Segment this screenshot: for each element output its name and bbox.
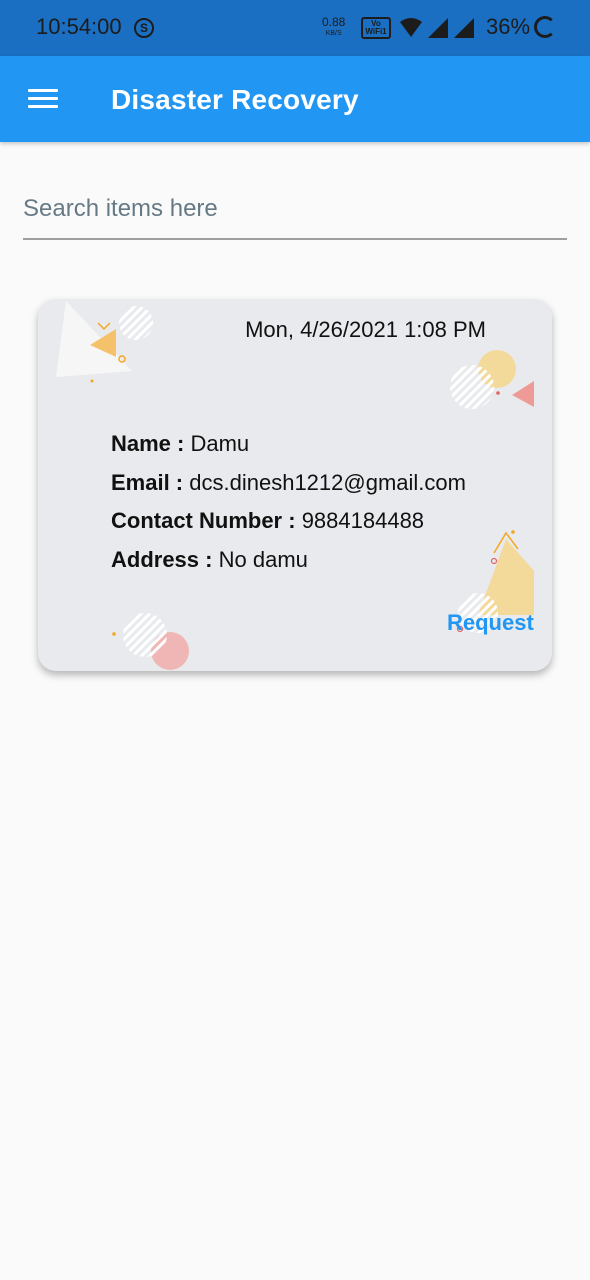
address-value: No damu — [218, 547, 308, 572]
name-value: Damu — [190, 431, 250, 456]
contact-row: Contact Number : 9884184488 — [111, 508, 424, 534]
name-label: Name : — [111, 431, 185, 456]
vowifi-icon: Vo WiFi1 — [361, 17, 391, 39]
status-bar: 10:54:00 S 0.88 KB/S Vo WiFi1 36% — [0, 0, 590, 56]
hamburger-menu-icon[interactable] — [28, 89, 58, 109]
wifi-icon — [400, 18, 422, 37]
address-row: Address : No damu — [111, 547, 308, 573]
app-title: Disaster Recovery — [111, 84, 359, 115]
search-input[interactable] — [23, 180, 567, 240]
battery-ring-icon — [534, 16, 556, 38]
signal-icon — [428, 18, 448, 38]
battery-percent: 36% — [486, 14, 531, 39]
network-speed: 0.88 KB/S — [322, 16, 345, 40]
signal-icon-2 — [454, 18, 474, 38]
status-icons — [400, 18, 474, 38]
email-row: Email : dcs.dinesh1212@gmail.com — [111, 470, 466, 496]
vowifi-bottom: WiFi — [365, 27, 383, 36]
net-speed-value: 0.88 — [322, 15, 346, 29]
request-button[interactable]: Request — [447, 610, 534, 636]
contact-label: Contact Number : — [111, 508, 296, 533]
s-badge-icon: S — [134, 18, 154, 38]
contact-value: 9884184488 — [301, 508, 425, 533]
request-card: Mon, 4/26/2021 1:08 PM Name : Damu Email… — [38, 299, 552, 671]
net-speed-unit: KB/S — [325, 30, 342, 37]
name-row: Name : Damu — [111, 431, 249, 457]
email-label: Email : — [111, 470, 184, 495]
email-value: dcs.dinesh1212@gmail.com — [189, 470, 466, 495]
card-date: Mon, 4/26/2021 1:08 PM — [245, 317, 486, 342]
address-label: Address : — [111, 547, 213, 572]
status-time: 10:54:00 — [36, 14, 122, 39]
vowifi-sub: 1 — [382, 27, 387, 36]
app-bar: Disaster Recovery — [0, 56, 590, 142]
